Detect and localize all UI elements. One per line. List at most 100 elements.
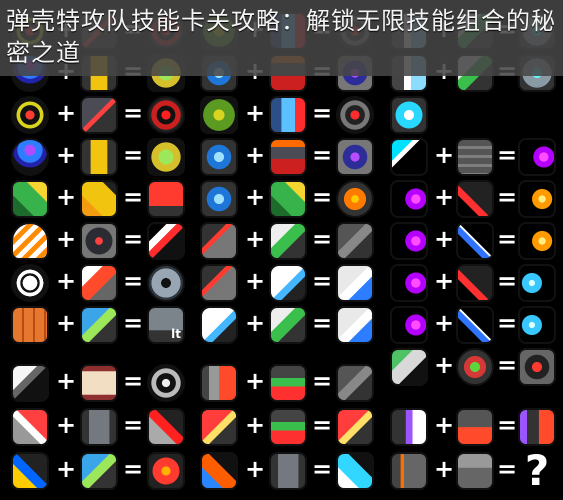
red-fuel-can-icon[interactable] (147, 180, 185, 218)
green-burst-icon[interactable] (200, 96, 238, 134)
combo-row: += (8, 178, 190, 220)
mine-controller-icon[interactable] (518, 348, 556, 386)
heavy-blaster-icon[interactable] (518, 408, 556, 446)
combo-row: += (8, 362, 190, 404)
joystick-icon[interactable] (456, 348, 494, 386)
sneaker-icon[interactable] (80, 264, 118, 302)
gray-spike-ball-icon[interactable] (336, 96, 374, 134)
weight-icon[interactable]: lt (147, 306, 185, 344)
gold-ticket-icon[interactable] (80, 180, 118, 218)
blue-lamp-icon[interactable] (11, 138, 49, 176)
teleport-base-icon[interactable] (200, 180, 238, 218)
combo-row: += (8, 136, 190, 178)
ice-boomerang-icon[interactable] (390, 138, 428, 176)
combo-row: += (386, 136, 558, 178)
page-title: 弹壳特攻队技能卡关攻略：解锁无限技能组合的秘密之道 (6, 7, 556, 67)
red-blade-icon[interactable] (147, 408, 185, 446)
spiked-mace-icon[interactable] (147, 452, 185, 490)
fuel-pack-icon[interactable] (269, 408, 307, 446)
red-eye-saw-icon[interactable] (147, 96, 185, 134)
drone-icon[interactable] (80, 222, 118, 260)
scroll-icon[interactable] (80, 364, 118, 402)
ammo-box-icon[interactable] (80, 138, 118, 176)
handheld-device-icon[interactable] (390, 348, 428, 386)
combo-row: + = lt (8, 304, 190, 346)
fire-sword-icon[interactable] (200, 452, 238, 490)
fire-crescent-icon[interactable] (518, 180, 556, 218)
violet-crescent-icon[interactable] (390, 222, 428, 260)
combo-row: += (197, 406, 379, 448)
orange-orb-icon[interactable] (336, 180, 374, 218)
disc-blade-icon[interactable] (11, 96, 49, 134)
purple-launcher-icon[interactable] (390, 408, 428, 446)
drill-cone-icon[interactable] (11, 222, 49, 260)
blue-saber-icon[interactable] (456, 222, 494, 260)
title-overlay: 弹壳特攻队技能卡关攻略：解锁无限技能组合的秘密之道 (0, 0, 563, 76)
soccer-ball-icon[interactable] (11, 264, 49, 302)
combo-row: += (197, 220, 379, 262)
blue-shell-icon[interactable] (269, 96, 307, 134)
flame-gun-icon[interactable] (336, 408, 374, 446)
gatling-gun-icon[interactable] (336, 364, 374, 402)
assault-rifle-icon[interactable] (390, 452, 428, 490)
magic-crescent-icon[interactable] (390, 264, 428, 302)
combo-row: += (197, 178, 379, 220)
ice-cream-icon[interactable] (11, 452, 49, 490)
shotgun-icon[interactable] (200, 364, 238, 402)
shuriken-icon[interactable] (147, 364, 185, 402)
purple-crescent-icon[interactable] (390, 180, 428, 218)
robot-gun-icon[interactable] (336, 222, 374, 260)
combo-row: += (197, 136, 379, 178)
map-book-icon[interactable] (80, 306, 118, 344)
question-mark-icon[interactable]: ? (518, 450, 556, 492)
purple-moon-icon[interactable] (518, 138, 556, 176)
combo-row: += (197, 94, 379, 136)
arrow-blade-icon[interactable] (147, 222, 185, 260)
robot-head-icon[interactable] (200, 222, 238, 260)
plasma-tower-icon[interactable] (336, 138, 374, 176)
electric-saber-icon[interactable] (456, 306, 494, 344)
light-saber-icon[interactable] (336, 452, 374, 490)
signal-lamp-icon[interactable] (269, 138, 307, 176)
health-drone-icon[interactable] (269, 222, 307, 260)
combat-vest-icon[interactable] (456, 138, 494, 176)
laser-turret-icon[interactable] (80, 96, 118, 134)
combo-row: += (197, 262, 379, 304)
green-bottle-icon[interactable] (11, 180, 49, 218)
combo-row: += (8, 262, 190, 304)
armored-vest-icon[interactable] (269, 452, 307, 490)
green-bottle-icon[interactable] (269, 180, 307, 218)
knife-icon[interactable] (11, 408, 49, 446)
support-bot-icon[interactable] (336, 306, 374, 344)
ammo-pack-icon[interactable] (269, 364, 307, 402)
combo-row: += (8, 94, 190, 136)
ice-slash-icon[interactable] (518, 306, 556, 344)
sentry-robot-icon[interactable] (200, 264, 238, 302)
kunai-icon[interactable] (11, 364, 49, 402)
pod-drone-icon[interactable] (200, 306, 238, 344)
flame-moon-icon[interactable] (518, 222, 556, 260)
rocket-arm-icon[interactable] (456, 408, 494, 446)
crimson-knife-icon[interactable] (456, 264, 494, 302)
boot-icon[interactable] (456, 452, 494, 490)
medic-drone-icon[interactable] (269, 306, 307, 344)
blue-slash-icon[interactable] (518, 264, 556, 302)
armor-vest-icon[interactable] (80, 408, 118, 446)
dark-blade-icon[interactable] (456, 180, 494, 218)
arcane-crescent-icon[interactable] (390, 306, 428, 344)
revolver-icon[interactable] (200, 408, 238, 446)
combo-row: += (386, 346, 558, 388)
white-robot-icon[interactable] (336, 264, 374, 302)
combo-row: += (386, 262, 558, 304)
hover-base-icon[interactable] (200, 138, 238, 176)
map-book-icon[interactable] (80, 452, 118, 490)
combo-row (386, 94, 558, 136)
brick-icon[interactable] (11, 306, 49, 344)
combo-row: += (386, 304, 558, 346)
weight-label: lt (171, 327, 181, 341)
energy-cell-icon[interactable] (147, 138, 185, 176)
combo-row: += (197, 362, 379, 404)
white-pod-icon[interactable] (269, 264, 307, 302)
blue-pod-icon[interactable] (390, 96, 428, 134)
bio-ball-icon[interactable] (147, 264, 185, 302)
